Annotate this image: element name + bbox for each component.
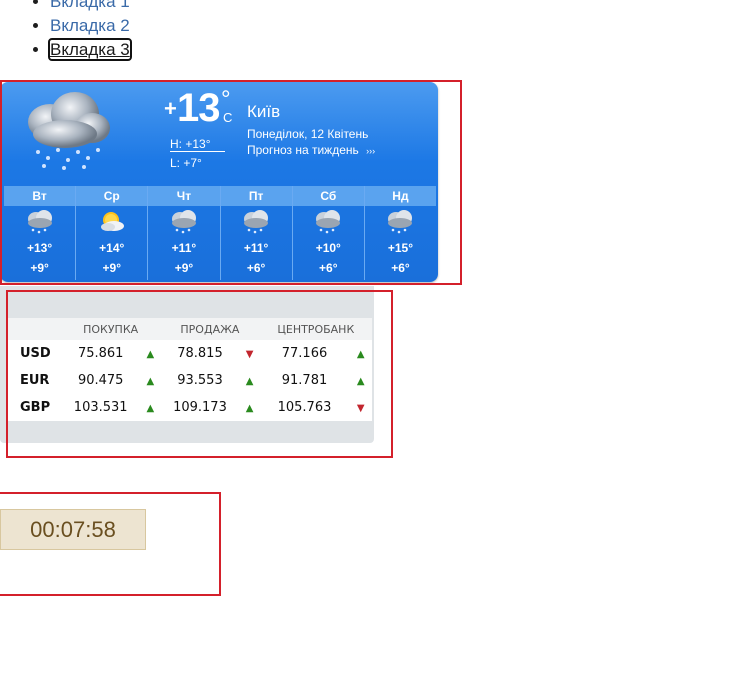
currency-frame <box>6 290 393 458</box>
tab-link-1[interactable]: Вкладка 1 <box>50 0 130 11</box>
timer-frame <box>0 492 221 596</box>
tab-list: Вкладка 1 Вкладка 2 Вкладка 3 <box>0 0 132 62</box>
tab-2: Вкладка 2 <box>50 14 130 38</box>
tab-link-3[interactable]: Вкладка 3 <box>48 38 132 61</box>
tab-link-2[interactable]: Вкладка 2 <box>50 16 130 35</box>
tab-1: Вкладка 1 <box>50 0 130 14</box>
tab-3: Вкладка 3 <box>48 38 132 62</box>
weather-frame <box>0 80 462 285</box>
